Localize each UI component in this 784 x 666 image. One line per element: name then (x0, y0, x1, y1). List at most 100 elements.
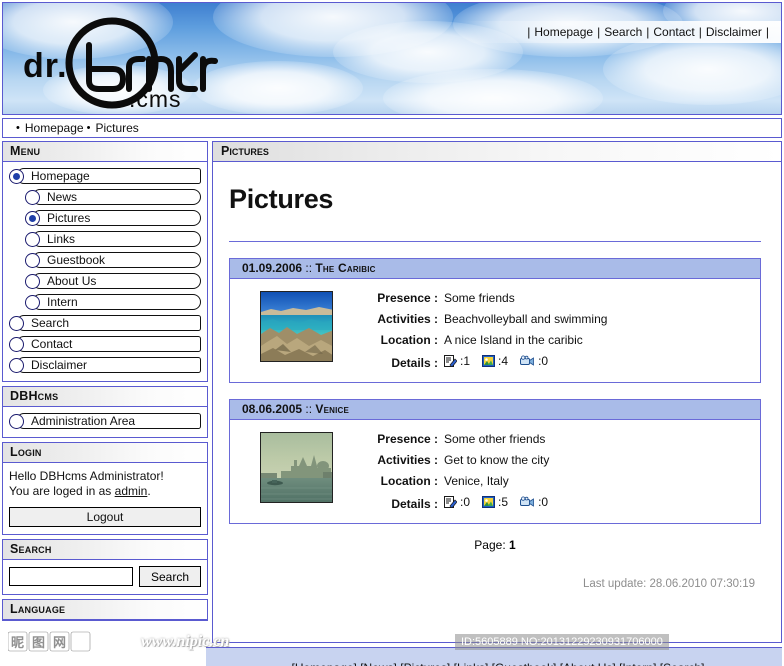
pagination-label: Page: (474, 538, 506, 552)
menu-item-administration-area[interactable]: Administration Area (9, 413, 201, 429)
entry-header: 08.06.2005 :: Venice (230, 400, 760, 420)
menu-item-about-us[interactable]: About Us (9, 273, 201, 289)
menu-item-label[interactable]: Pictures (32, 210, 201, 226)
footer-links-row-1: [Homepage] [News] [Pictures] [Links] [Gu… (214, 660, 782, 666)
detail-images[interactable]: :4 (482, 354, 508, 368)
field-value-activities: Get to know the city (444, 453, 550, 467)
breadcrumb-item-pictures[interactable]: Pictures (95, 121, 138, 135)
entry-date: 08.06.2005 (242, 402, 303, 416)
nav-separator: | (698, 25, 702, 39)
menu-item-label[interactable]: Contact (16, 336, 201, 352)
menu-item-label[interactable]: Search (16, 315, 201, 331)
detail-comments-count: :0 (460, 495, 471, 509)
menu-item-label[interactable]: Homepage (16, 168, 201, 184)
search-input[interactable] (9, 567, 133, 586)
field-label-presence: Presence : (377, 432, 438, 446)
menu-item-pictures[interactable]: Pictures (9, 210, 201, 226)
radio-icon (25, 273, 40, 289)
entry-title: The Caribic (315, 261, 376, 275)
breadcrumb-item-homepage[interactable]: Homepage (25, 121, 84, 135)
radio-icon (25, 294, 40, 310)
panel-menu: Menu Homepage News Pictures Links Guestb… (2, 141, 208, 382)
page-title: Pictures (229, 184, 334, 214)
footer-link-about-us[interactable]: [About Us] (560, 661, 616, 666)
detail-comments[interactable]: :1 (444, 354, 470, 368)
field-value-details: :0:5:0 (444, 495, 548, 509)
menu-item-guestbook[interactable]: Guestbook (9, 252, 201, 268)
menu-item-disclaimer[interactable]: Disclaimer (9, 357, 201, 373)
breadcrumb: • Homepage • Pictures (2, 118, 782, 138)
field-value-location: A nice Island in the caribic (444, 333, 583, 347)
menu-item-label[interactable]: News (32, 189, 201, 205)
footer-link-guestbook[interactable]: [Guestbook] (492, 661, 557, 666)
menu-item-links[interactable]: Links (9, 231, 201, 247)
search-form: Search (9, 566, 201, 587)
menu-item-label[interactable]: Links (32, 231, 201, 247)
entry-separator: :: (302, 402, 316, 416)
nav-separator: | (527, 25, 531, 39)
radio-icon (9, 357, 24, 373)
cloud-decoration (383, 69, 603, 114)
field-value-activities: Beachvolleyball and swimming (444, 312, 608, 326)
menu-item-search[interactable]: Search (9, 315, 201, 331)
topnav-link-homepage[interactable]: Homepage (534, 25, 593, 39)
menu-item-label[interactable]: Guestbook (32, 252, 201, 268)
logout-button[interactable]: Logout (9, 507, 201, 527)
content-area: Pictures Pictures 01.09.2006 :: The Cari… (212, 141, 782, 643)
topnav-link-search[interactable]: Search (604, 25, 642, 39)
pagination-current-page[interactable]: 1 (509, 538, 516, 552)
footer-link-news[interactable]: [News] (360, 661, 397, 666)
entry-title: Venice (315, 402, 350, 416)
menu-item-label[interactable]: About Us (32, 273, 201, 289)
entry-thumbnail-caribic[interactable] (259, 291, 333, 362)
search-button[interactable]: Search (139, 566, 201, 587)
image-icon (482, 355, 496, 367)
panel-title-dbhcms: DBHcms (3, 387, 207, 407)
menu-item-homepage[interactable]: Homepage (9, 168, 201, 184)
field-value-presence: Some friends (444, 291, 515, 305)
field-label-activities: Activities : (377, 312, 438, 326)
menu-item-intern[interactable]: Intern (9, 294, 201, 310)
detail-comments-count: :1 (460, 354, 471, 368)
menu-item-label[interactable]: Administration Area (16, 413, 201, 429)
detail-comments[interactable]: :0 (444, 495, 470, 509)
field-label-activities: Activities : (377, 453, 438, 467)
radio-icon (9, 168, 24, 184)
field-value-presence: Some other friends (444, 432, 546, 446)
menu-item-label[interactable]: Disclaimer (16, 357, 201, 373)
footer-link-links[interactable]: [Links] (454, 661, 489, 666)
field-location: Location : Venice, Italy (358, 474, 750, 488)
footer-link-pictures[interactable]: [Pictures] (400, 661, 450, 666)
menu-item-news[interactable]: News (9, 189, 201, 205)
detail-images[interactable]: :5 (482, 495, 508, 509)
svg-text:.cms: .cms (129, 86, 182, 111)
panel-title-search: Search (3, 540, 207, 560)
radio-icon (25, 252, 40, 268)
panel-title-language: Language (3, 600, 207, 620)
login-username-link[interactable]: admin (115, 484, 148, 498)
field-value-details: :1:4:0 (444, 354, 548, 368)
site-logo[interactable]: dr. .cms (17, 15, 237, 112)
topnav-link-disclaimer[interactable]: Disclaimer (706, 25, 762, 39)
footer-link-search[interactable]: [Search] (660, 661, 705, 666)
menu-item-label[interactable]: Intern (32, 294, 201, 310)
detail-videos[interactable]: :0 (520, 495, 548, 509)
site-footer: [Homepage] [News] [Pictures] [Links] [Gu… (206, 647, 782, 666)
entry-thumbnail-venice[interactable] (259, 432, 333, 503)
footer-link-homepage[interactable]: [Homepage] (292, 661, 357, 666)
topnav-link-contact[interactable]: Contact (653, 25, 694, 39)
entry-separator: :: (302, 261, 316, 275)
video-camera-icon (520, 496, 535, 508)
footer-link-intern[interactable]: [Intern] (619, 661, 656, 666)
title-divider (229, 241, 761, 242)
radio-icon (25, 231, 40, 247)
nav-separator: | (597, 25, 601, 39)
entry-date: 01.09.2006 (242, 261, 303, 275)
pagination: Page: 1 (229, 538, 761, 552)
content-inner: Pictures 01.09.2006 :: The Caribic Prese… (213, 162, 781, 642)
field-label-location: Location : (380, 333, 438, 347)
detail-videos[interactable]: :0 (520, 354, 548, 368)
menu-item-contact[interactable]: Contact (9, 336, 201, 352)
entry-fields: Presence : Some friends Activities : Bea… (340, 291, 750, 370)
field-activities: Activities : Get to know the city (358, 453, 750, 467)
